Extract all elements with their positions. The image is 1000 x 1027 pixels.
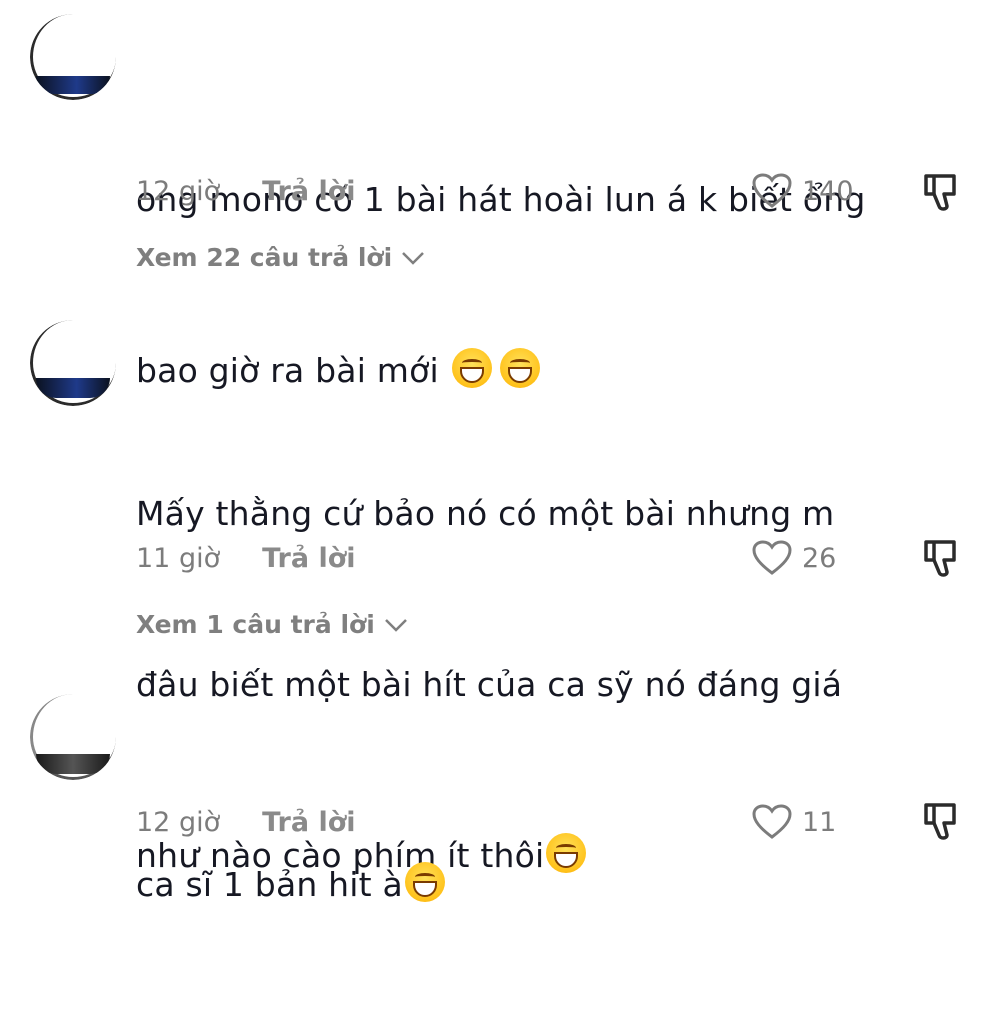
- chevron-down-icon: [384, 618, 407, 632]
- reply-button[interactable]: Trả lời: [262, 543, 355, 574]
- avatar-photo: [36, 76, 110, 94]
- avatar-photo: [36, 378, 110, 398]
- avatar-photo: [36, 754, 110, 774]
- comment-line: đâu biết một bài hít của ca sỹ nó đáng g…: [136, 665, 843, 704]
- view-replies-button[interactable]: Xem 1 câu trả lời: [136, 610, 409, 639]
- grin-emoji: [404, 862, 445, 902]
- comment-line: ca sĩ 1 bản hit à: [136, 865, 403, 904]
- comment-meta: 11 giờ Trả lời: [136, 538, 356, 578]
- like-count: 11: [802, 806, 837, 838]
- chevron-down-icon: [402, 251, 425, 265]
- thumbs-down-icon[interactable]: [920, 536, 964, 580]
- like-button[interactable]: 11: [752, 802, 836, 842]
- avatar[interactable]: [30, 14, 116, 100]
- thumbs-down-icon[interactable]: [920, 799, 964, 843]
- comment-meta: 12 giờ Trả lời: [136, 802, 356, 842]
- view-replies-button[interactable]: Xem 22 câu trả lời: [136, 243, 426, 272]
- comment-time: 12 giờ: [136, 175, 221, 207]
- reply-button[interactable]: Trả lời: [262, 176, 355, 207]
- comment-line-with-emoji: ca sĩ 1 bản hit à: [136, 856, 896, 913]
- comment-meta: 12 giờ Trả lời: [136, 171, 356, 211]
- view-replies-label: Xem 1 câu trả lời: [136, 610, 375, 639]
- like-button[interactable]: 140: [752, 171, 854, 211]
- avatar[interactable]: [30, 320, 116, 406]
- comment-line: Mấy thằng cứ bảo nó có một bài nhưng m: [136, 494, 835, 533]
- comment-text: ca sĩ 1 bản hit à: [136, 742, 896, 1027]
- reply-button[interactable]: Trả lời: [262, 807, 355, 838]
- comment-time: 11 giờ: [136, 542, 221, 574]
- like-count: 26: [802, 542, 837, 574]
- view-replies-label: Xem 22 câu trả lời: [136, 243, 393, 272]
- heart-outline-icon: [752, 173, 792, 208]
- like-button[interactable]: 26: [752, 538, 836, 578]
- like-count: 140: [802, 175, 854, 207]
- heart-outline-icon: [752, 540, 792, 575]
- thumbs-down-icon[interactable]: [920, 170, 964, 214]
- avatar[interactable]: [30, 694, 116, 780]
- comment-time: 12 giờ: [136, 806, 221, 838]
